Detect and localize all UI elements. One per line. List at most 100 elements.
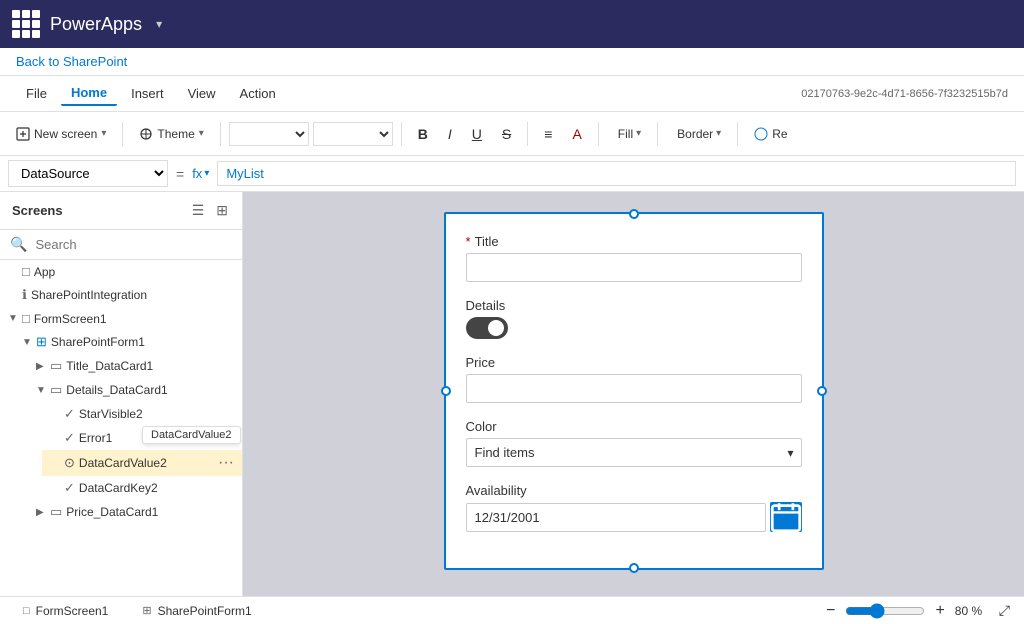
- new-screen-button[interactable]: New screen ▾: [8, 123, 114, 145]
- form-icon: ⊞: [36, 334, 47, 350]
- tree-chevron-ddc1: ▼: [36, 385, 50, 396]
- sidebar-header-icons: ☰ ⊞: [190, 200, 230, 221]
- status-tab-formscreen1[interactable]: □ FormScreen1: [12, 599, 119, 623]
- zoom-decrease-button[interactable]: −: [822, 600, 839, 622]
- tree-item-price-datacard1[interactable]: ▶ ▭ Price_DataCard1: [28, 500, 242, 524]
- canvas-area: * Title Details Price: [243, 192, 1024, 596]
- menu-home[interactable]: Home: [61, 81, 117, 106]
- toolbar-separator-5: [598, 122, 599, 146]
- color-select-wrap: Find items ▾: [466, 438, 802, 467]
- menu-file[interactable]: File: [16, 82, 57, 105]
- tree-label-price-datacard1: Price_DataCard1: [66, 505, 158, 519]
- zoom-fit-button[interactable]: ⤢: [997, 600, 1012, 621]
- tree-item-title-datacard1[interactable]: ▶ ▭ Title_DataCard1: [28, 354, 242, 378]
- fill-button[interactable]: Fill ▾: [607, 123, 649, 145]
- tree-label-datacardvalue2: DataCardValue2: [79, 456, 167, 470]
- menu-insert[interactable]: Insert: [121, 82, 174, 105]
- handle-top[interactable]: [629, 209, 639, 219]
- underline-button[interactable]: U: [464, 122, 490, 146]
- formula-bar: DataSource = fx ▾: [0, 156, 1024, 192]
- formula-input[interactable]: [217, 161, 1016, 186]
- app-icon: □: [22, 264, 30, 279]
- sidebar-grid-view-button[interactable]: ⊞: [214, 200, 230, 221]
- border-button[interactable]: Border ▾: [666, 123, 729, 145]
- tree-item-datacardvalue2[interactable]: ⊙ DataCardValue2 ···: [42, 450, 242, 476]
- app-chevron-icon[interactable]: ▾: [156, 17, 162, 31]
- tree-label-formscreen1: FormScreen1: [34, 312, 107, 326]
- text-color-button[interactable]: A: [564, 122, 589, 146]
- toolbar-separator-7: [737, 122, 738, 146]
- calendar-icon: [770, 501, 802, 533]
- screen-icon: □: [22, 311, 30, 326]
- tree-item-error1[interactable]: ✓ Error1 DataCardValue2: [42, 426, 242, 450]
- tree-item-sharepointform1[interactable]: ▼ ⊞ SharePointForm1: [14, 330, 242, 354]
- tree-label-spi: SharePointIntegration: [31, 288, 147, 302]
- check-icon-sv2: ✓: [64, 406, 75, 422]
- toolbar-separator-6: [657, 122, 658, 146]
- menu-action[interactable]: Action: [230, 82, 286, 105]
- toolbar-separator-4: [527, 122, 528, 146]
- search-input[interactable]: [35, 237, 232, 252]
- toolbar-separator-3: [401, 122, 402, 146]
- theme-button[interactable]: Theme ▾: [131, 123, 211, 145]
- formscreen1-tab-icon: □: [23, 605, 30, 617]
- tree-item-datacardkey2[interactable]: ✓ DataCardKey2: [42, 476, 242, 500]
- waffle-menu[interactable]: [12, 10, 40, 38]
- font-family-select[interactable]: [229, 122, 309, 146]
- screens-title: Screens: [12, 203, 63, 218]
- tree-chevron-fs1: ▼: [8, 313, 22, 324]
- title-bar: PowerApps ▾: [0, 0, 1024, 48]
- sidebar-header: Screens ☰ ⊞: [0, 192, 242, 230]
- toggle-knob: [488, 320, 504, 336]
- handle-bottom[interactable]: [629, 563, 639, 573]
- breadcrumb: Back to SharePoint: [0, 48, 1024, 76]
- bold-button[interactable]: B: [410, 122, 436, 146]
- form-field-color: Color Find items ▾: [466, 419, 802, 467]
- handle-right[interactable]: [817, 386, 827, 396]
- theme-icon: [139, 127, 153, 141]
- zoom-increase-button[interactable]: +: [931, 600, 948, 622]
- tree-item-formscreen1[interactable]: ▼ □ FormScreen1: [0, 307, 242, 330]
- details-toggle[interactable]: [466, 317, 508, 339]
- color-select[interactable]: Find items: [466, 438, 802, 467]
- fx-button[interactable]: fx ▾: [192, 166, 209, 181]
- re-button[interactable]: Re: [746, 123, 795, 145]
- breadcrumb-link[interactable]: Back to SharePoint: [16, 54, 127, 69]
- status-tab-sharepointform1[interactable]: ⊞ SharePointForm1: [131, 599, 262, 623]
- tree-item-details-datacard1[interactable]: ▼ ▭ Details_DataCard1: [28, 378, 242, 402]
- date-wrap: [466, 502, 802, 532]
- card-icon-price: ▭: [50, 504, 62, 520]
- form-field-title: * Title: [466, 234, 802, 282]
- calendar-button[interactable]: [770, 502, 802, 532]
- tree-area: □ App ℹ SharePointIntegration ▼ □ FormSc…: [0, 260, 242, 596]
- zoom-controls: − + 80 % ⤢: [822, 600, 1012, 622]
- tree-label-datacardkey2: DataCardKey2: [79, 481, 158, 495]
- italic-button[interactable]: I: [440, 122, 460, 146]
- zoom-slider[interactable]: [845, 603, 925, 619]
- availability-date-input[interactable]: [466, 503, 766, 532]
- font-size-select[interactable]: [313, 122, 393, 146]
- sidebar-list-view-button[interactable]: ☰: [190, 200, 207, 221]
- spf1-tab-label: SharePointForm1: [158, 604, 252, 618]
- sidebar: Screens ☰ ⊞ 🔍 □ App ℹ SharePointIntegrat…: [0, 192, 243, 596]
- tree-chevron-spf1: ▼: [22, 337, 36, 348]
- tree-item-sharepoint-integration[interactable]: ℹ SharePointIntegration: [0, 283, 242, 307]
- price-input[interactable]: [466, 374, 802, 403]
- handle-left[interactable]: [441, 386, 451, 396]
- title-input[interactable]: [466, 253, 802, 282]
- tree-item-starvisible2[interactable]: ✓ StarVisible2: [42, 402, 242, 426]
- align-left-button[interactable]: ≡: [536, 122, 560, 146]
- formula-selector[interactable]: DataSource: [8, 160, 168, 187]
- border-chevron: ▾: [716, 128, 721, 139]
- tree-item-app[interactable]: □ App: [0, 260, 242, 283]
- strikethrough-button[interactable]: S: [494, 122, 519, 146]
- spi-icon: ℹ: [22, 287, 27, 303]
- required-star-title: *: [466, 234, 471, 249]
- zoom-level: 80 %: [955, 604, 991, 618]
- tree-label-title-datacard1: Title_DataCard1: [66, 359, 153, 373]
- new-screen-icon: [16, 127, 30, 141]
- menu-view[interactable]: View: [178, 82, 226, 105]
- tree-label-error1: Error1: [79, 431, 112, 445]
- tree-label-spf1: SharePointForm1: [51, 335, 145, 349]
- more-options-button[interactable]: ···: [218, 454, 234, 472]
